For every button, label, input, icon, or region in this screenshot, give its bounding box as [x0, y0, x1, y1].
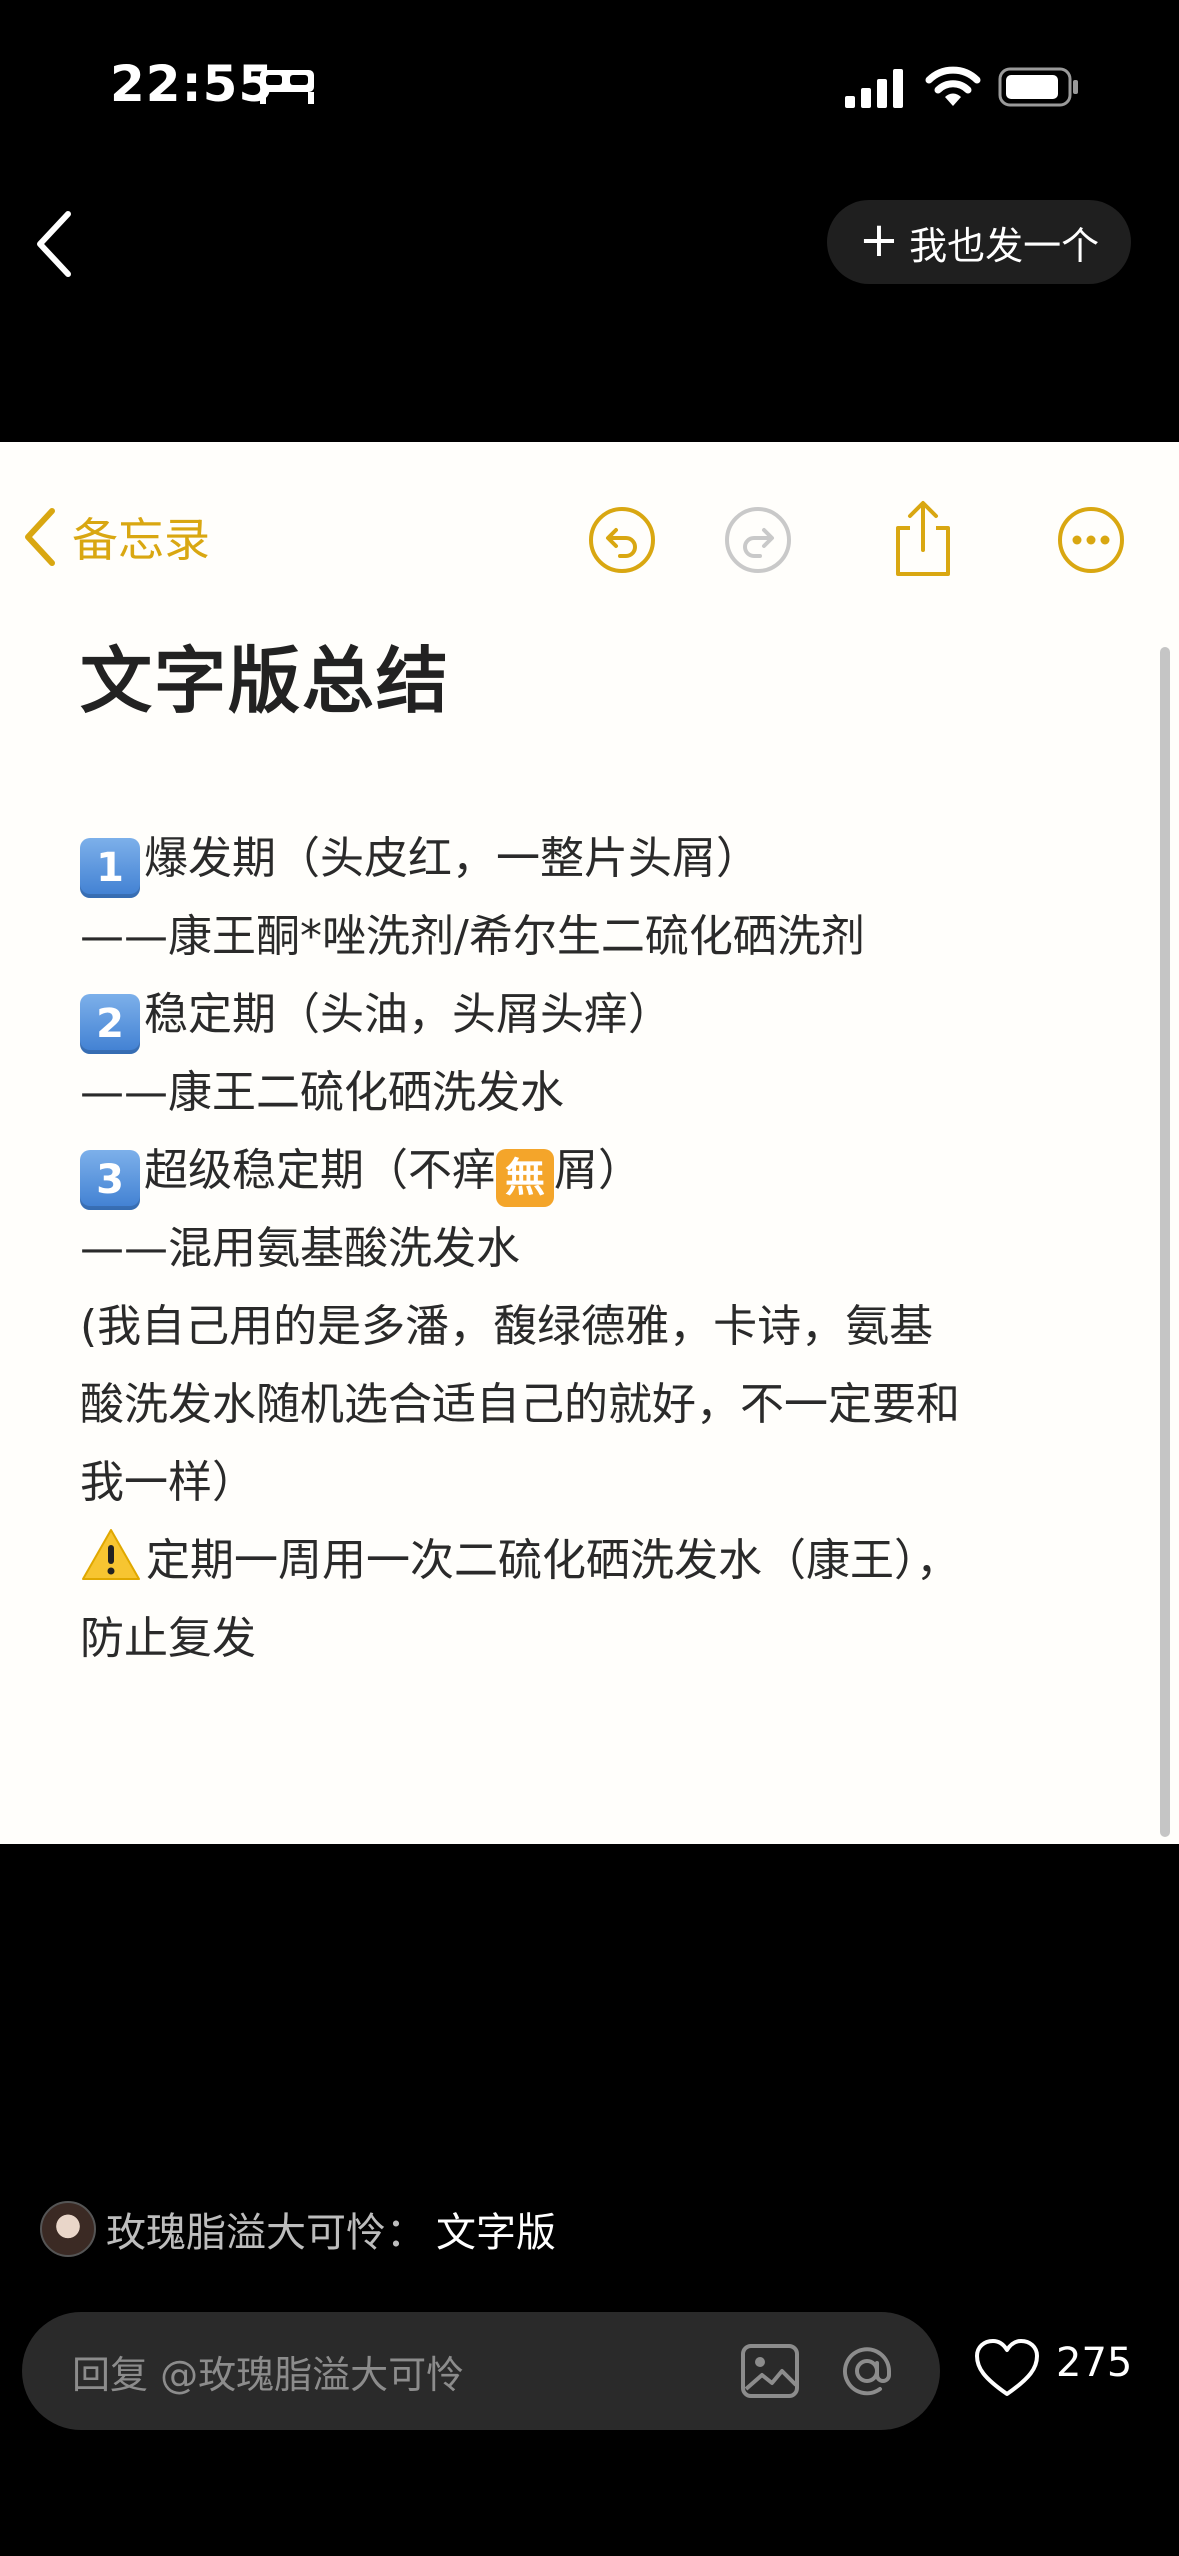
- sleep-focus-icon: [260, 70, 314, 104]
- share-icon[interactable]: [888, 498, 958, 580]
- note-line-text: 屑）: [554, 1145, 642, 1196]
- note-body: 1 爆发期（头皮红，一整片头屑） ——康王酮*唑洗剂/希尔生二硫化硒洗剂 2 稳定期…: [80, 820, 1120, 1678]
- post-too-button[interactable]: + 我也发一个: [827, 200, 1131, 284]
- undo-icon[interactable]: [586, 504, 658, 576]
- caption-author[interactable]: 玫瑰脂溢大可怜：: [106, 2200, 426, 2258]
- note-line: 定期一周用一次二硫化硒洗发水（康王），: [80, 1522, 1120, 1600]
- image-icon[interactable]: [740, 2343, 800, 2399]
- note-line-text: 稳定期（头油，头屑头痒）: [144, 989, 672, 1040]
- note-line: 3 超级稳定期（不痒無屑）: [80, 1132, 1120, 1210]
- wifi-icon: [925, 66, 981, 106]
- note-line-text: (我自己用的是多潘，馥绿德雅，卡诗，氨基: [80, 1301, 934, 1352]
- chevron-left-icon: [25, 508, 55, 566]
- redo-icon[interactable]: [722, 504, 794, 576]
- notes-back-button[interactable]: 备忘录: [22, 504, 210, 570]
- note-line: ——混用氨基酸洗发水: [80, 1210, 1120, 1288]
- keycap-two-emoji: 2: [80, 994, 140, 1054]
- note-line: ——康王二硫化硒洗发水: [80, 1054, 1120, 1132]
- more-options-icon[interactable]: [1055, 504, 1127, 576]
- note-line-text: 爆发期（头皮红，一整片头屑）: [144, 833, 760, 884]
- note-line-text: 定期一周用一次二硫化硒洗发水（康王），: [146, 1535, 960, 1586]
- avatar[interactable]: [40, 2201, 96, 2257]
- notes-back-label: 备忘录: [72, 513, 210, 567]
- note-line-text: ——康王酮*唑洗剂/希尔生二硫化硒洗剂: [80, 911, 865, 962]
- note-line-text: ——康王二硫化硒洗发水: [80, 1067, 564, 1118]
- reply-input[interactable]: 回复 @玫瑰脂溢大可怜: [22, 2312, 940, 2430]
- battery-icon: [998, 67, 1078, 107]
- like-count: 275: [1056, 2340, 1133, 2386]
- note-line: 我一样）: [80, 1444, 1120, 1522]
- note-scrollbar[interactable]: [1160, 647, 1170, 1837]
- note-line: 酸洗发水随机选合适自己的就好，不一定要和: [80, 1366, 1120, 1444]
- note-line-text: 超级稳定期（不痒: [144, 1145, 496, 1196]
- mention-icon[interactable]: [836, 2340, 898, 2402]
- wu-emoji: 無: [496, 1149, 554, 1207]
- note-line-text: 酸洗发水随机选合适自己的就好，不一定要和: [80, 1379, 960, 1430]
- note-line: 2 稳定期（头油，头屑头痒）: [80, 976, 1120, 1054]
- note-line: ——康王酮*唑洗剂/希尔生二硫化硒洗剂: [80, 898, 1120, 976]
- cellular-signal-icon: [845, 69, 903, 108]
- note-line-text: 防止复发: [80, 1613, 256, 1664]
- caption-text: 文字版: [436, 2210, 556, 2256]
- back-button[interactable]: [28, 208, 84, 280]
- note-line-text: ——混用氨基酸洗发水: [80, 1223, 520, 1274]
- keycap-three-emoji: 3: [80, 1150, 140, 1210]
- note-line: 1 爆发期（头皮红，一整片头屑）: [80, 820, 1120, 898]
- warning-icon: [82, 1529, 140, 1580]
- note-title: 文字版总结: [80, 639, 451, 723]
- note-line: 防止复发: [80, 1600, 1120, 1678]
- post-caption: 玫瑰脂溢大可怜： 文字版: [40, 2200, 556, 2258]
- plus-icon: +: [858, 212, 900, 268]
- status-time: 22:55: [110, 55, 275, 113]
- heart-icon[interactable]: [974, 2338, 1040, 2398]
- reply-placeholder: 回复 @玫瑰脂溢大可怜: [72, 2352, 465, 2397]
- post-too-label: 我也发一个: [909, 223, 1100, 268]
- note-line: (我自己用的是多潘，馥绿德雅，卡诗，氨基: [80, 1288, 1120, 1366]
- note-line-text: 我一样）: [80, 1457, 256, 1508]
- note-screenshot: 备忘录 文字版总结 1 爆发期（头皮红，一整片头屑） ——康王酮*唑洗剂/希尔生二…: [0, 442, 1179, 1844]
- keycap-one-emoji: 1: [80, 838, 140, 898]
